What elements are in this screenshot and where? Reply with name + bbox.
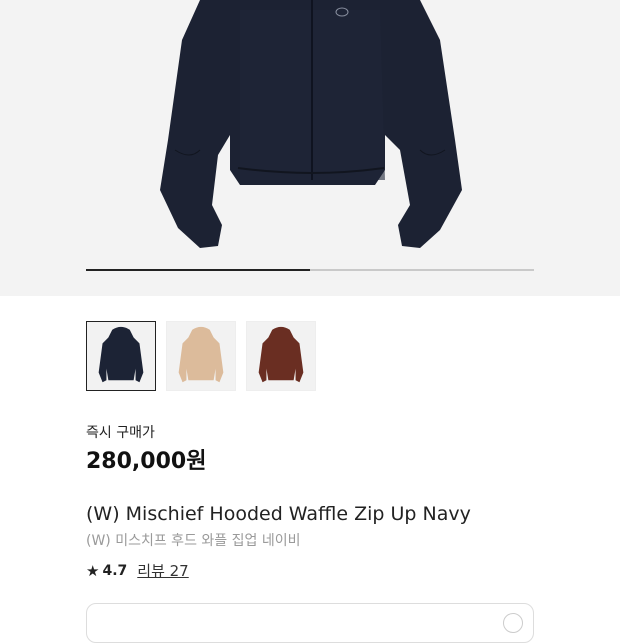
- product-name-english: (W) Mischief Hooded Waffle Zip Up Navy: [86, 503, 471, 525]
- product-hero-image[interactable]: [0, 0, 620, 296]
- rating-row: ★ 4.7 리뷰 27: [86, 560, 189, 581]
- thumbnail-brown[interactable]: [246, 321, 316, 391]
- gallery-progress-track: [86, 269, 534, 271]
- jacket-image: [160, 0, 462, 248]
- thumbnail-navy[interactable]: [86, 321, 156, 391]
- instant-buy-price-label: 즉시 구매가: [86, 425, 155, 441]
- reviews-link[interactable]: 리뷰 27: [137, 560, 188, 581]
- rating-value: 4.7: [102, 562, 128, 579]
- jacket-thumbnail-icon: [98, 326, 144, 383]
- product-name-korean: (W) 미스치프 후드 와플 집업 네이비: [86, 533, 301, 549]
- jacket-thumbnail-icon: [178, 326, 224, 383]
- star-icon: ★: [86, 561, 100, 580]
- gallery-progress-fill: [86, 269, 310, 271]
- price-value: 280,000원: [86, 449, 207, 474]
- option-card[interactable]: [86, 603, 534, 643]
- chevron-circle-icon: [503, 613, 523, 633]
- thumbnail-beige[interactable]: [166, 321, 236, 391]
- jacket-thumbnail-icon: [258, 326, 304, 383]
